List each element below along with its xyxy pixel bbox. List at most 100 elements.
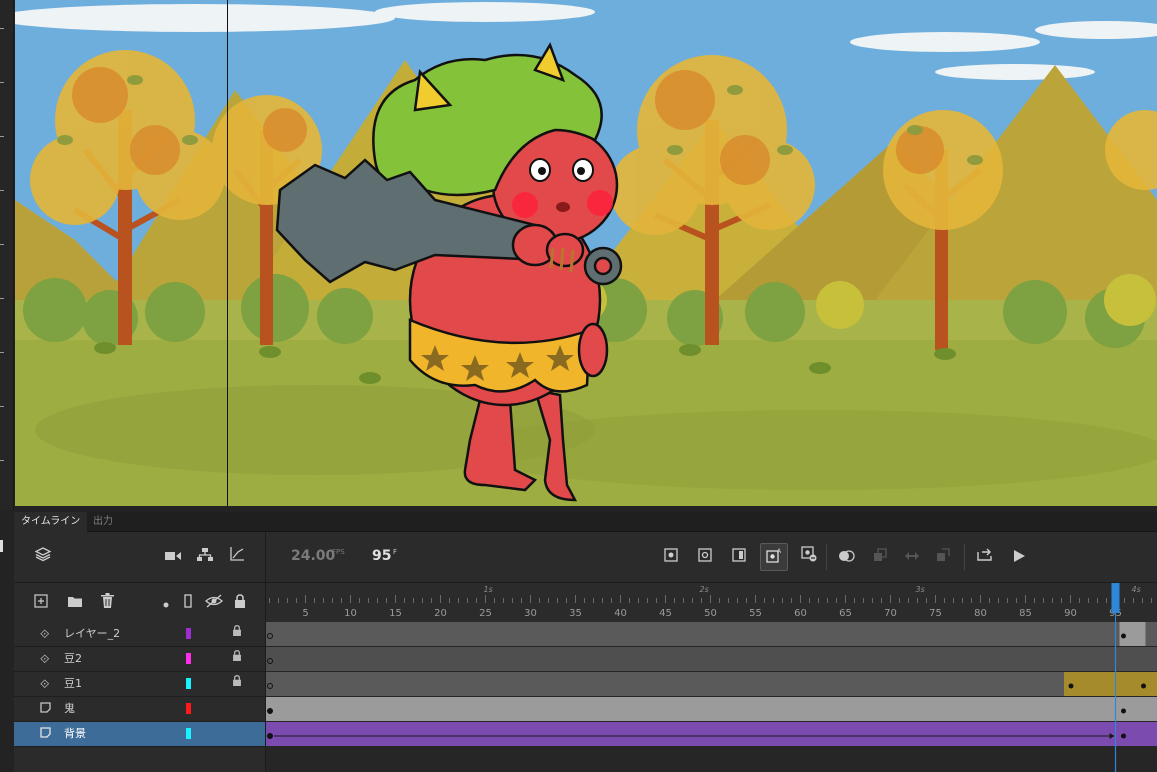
convert-tween-icon[interactable] bbox=[901, 546, 923, 568]
layer-header bbox=[14, 582, 265, 622]
lock-icon[interactable] bbox=[229, 592, 251, 614]
layer-row-selected[interactable]: 背景 bbox=[14, 722, 265, 747]
layer-name: レイヤー_2 bbox=[64, 627, 121, 640]
keyframe-dot bbox=[1141, 683, 1146, 689]
ruler-frame-label: 30 bbox=[524, 608, 537, 619]
panel-tabs: タイムライン 出力 bbox=[14, 512, 1157, 532]
ruler-frame-label: 70 bbox=[884, 608, 897, 619]
layer-name: 鬼 bbox=[64, 702, 75, 715]
keyframe-dot bbox=[267, 708, 273, 714]
lock-icon[interactable] bbox=[232, 647, 242, 671]
ruler-second-label: 1s bbox=[484, 585, 493, 594]
classic-tween-icon[interactable] bbox=[932, 546, 954, 568]
ruler-frame-label: 5 bbox=[302, 608, 308, 619]
ruler-marker bbox=[0, 540, 3, 552]
folder-icon[interactable] bbox=[64, 592, 86, 614]
ruler-second-label: 3s bbox=[916, 585, 925, 594]
camera-icon[interactable] bbox=[162, 546, 184, 568]
layer-color-swatch[interactable] bbox=[186, 653, 191, 664]
frame-ruler[interactable]: 5 10 15 20 25 30 35 40 45 50 55 60 65 70 75 80 85 90 95 1s 2… bbox=[265, 582, 1157, 622]
svg-text:A: A bbox=[777, 548, 782, 555]
remove-keyframe-icon[interactable] bbox=[798, 546, 820, 568]
ruler-frame-label: 35 bbox=[569, 608, 582, 619]
toolbar-separator bbox=[826, 544, 827, 570]
frame-unit-label: F bbox=[393, 548, 398, 556]
ruler-second-label: 2s bbox=[700, 585, 709, 594]
keyframe-dot bbox=[1121, 633, 1126, 639]
loop-playback-icon[interactable] bbox=[974, 546, 996, 568]
ruler-frame-label: 75 bbox=[929, 608, 942, 619]
ruler-frame-label: 15 bbox=[389, 608, 402, 619]
insert-blank-keyframe-icon[interactable] bbox=[694, 546, 716, 568]
stage-canvas[interactable] bbox=[15, 0, 1157, 506]
outline-icon[interactable] bbox=[177, 592, 199, 614]
ruler-frame-label: 40 bbox=[614, 608, 627, 619]
ruler-frame-label: 45 bbox=[659, 608, 672, 619]
new-layer-icon[interactable] bbox=[30, 592, 52, 614]
layer-page-icon bbox=[40, 722, 58, 746]
track-span bbox=[266, 722, 1157, 746]
layer-color-swatch[interactable] bbox=[186, 678, 191, 689]
lock-icon[interactable] bbox=[232, 622, 242, 646]
layer-row[interactable]: 鬼 bbox=[14, 697, 265, 722]
ruler-second-label: 4s bbox=[1132, 585, 1141, 594]
timeline-tracks[interactable] bbox=[265, 622, 1157, 772]
active-layer-dot-icon[interactable] bbox=[155, 592, 177, 614]
layer-color-swatch[interactable] bbox=[186, 628, 191, 639]
ruler-frame-label: 55 bbox=[749, 608, 762, 619]
tween-icon[interactable] bbox=[869, 546, 891, 568]
ruler-frame-label: 50 bbox=[704, 608, 717, 619]
trash-icon[interactable] bbox=[96, 592, 118, 614]
insert-frame-icon[interactable] bbox=[728, 546, 750, 568]
ruler-frame-label: 65 bbox=[839, 608, 852, 619]
tab-timeline[interactable]: タイムライン bbox=[14, 512, 88, 532]
layer-row[interactable]: ⟐ 豆2 bbox=[14, 647, 265, 672]
layer-name: 豆1 bbox=[64, 677, 82, 690]
keyframe-dot bbox=[1068, 683, 1074, 689]
vertical-ruler bbox=[0, 0, 14, 510]
playhead-handle bbox=[1111, 583, 1120, 613]
toolbar-divider bbox=[265, 532, 266, 582]
layer-color-swatch[interactable] bbox=[186, 728, 191, 739]
layer-parenting-icon[interactable] bbox=[194, 546, 216, 568]
scene-illustration bbox=[15, 0, 1157, 506]
visibility-eye-icon[interactable] bbox=[203, 592, 225, 614]
layer-name: 背景 bbox=[64, 727, 86, 740]
keyframe-dot bbox=[1121, 733, 1126, 739]
layer-color-swatch[interactable] bbox=[186, 703, 191, 714]
track-span bbox=[266, 622, 1157, 646]
fps-value[interactable]: 24.00 bbox=[291, 548, 335, 564]
ruler-frame-label: 85 bbox=[1019, 608, 1032, 619]
ruler-frame-label: 20 bbox=[434, 608, 447, 619]
current-frame-value[interactable]: 95 bbox=[372, 548, 391, 564]
ruler-frame-label: 90 bbox=[1064, 608, 1077, 619]
keyframe-dot bbox=[1121, 708, 1126, 714]
layers-stack-icon[interactable] bbox=[32, 546, 54, 568]
layer-row[interactable]: ⟐ レイヤー_2 bbox=[14, 622, 265, 647]
layer-row[interactable]: ⟐ 豆1 bbox=[14, 672, 265, 697]
track-span bbox=[266, 697, 1157, 721]
motion-tween-layer-icon: ⟐ bbox=[40, 677, 50, 691]
auto-keyframe-button[interactable]: A bbox=[760, 543, 788, 571]
motion-tween-layer-icon: ⟐ bbox=[40, 627, 50, 641]
keyframe-dot bbox=[267, 733, 273, 739]
graph-editor-icon[interactable] bbox=[226, 546, 248, 568]
fps-unit-label: FPS bbox=[332, 548, 345, 556]
tab-output[interactable]: 出力 bbox=[86, 512, 120, 532]
track-span bbox=[266, 647, 1157, 671]
ruler-frame-label: 25 bbox=[479, 608, 492, 619]
motion-tween-layer-icon: ⟐ bbox=[40, 652, 50, 666]
play-icon[interactable] bbox=[1008, 546, 1030, 568]
layer-name: 豆2 bbox=[64, 652, 82, 665]
toolbar-separator-2 bbox=[964, 544, 965, 570]
layer-page-icon bbox=[40, 697, 58, 721]
animate-window: タイムライン 出力 24.00 FPS 95 F A 5 10 15 20 25… bbox=[0, 0, 1157, 772]
ruler-frame-label: 10 bbox=[344, 608, 357, 619]
insert-keyframe-icon[interactable] bbox=[660, 546, 682, 568]
stage-guide-line bbox=[227, 0, 228, 506]
onion-skin-icon[interactable] bbox=[836, 546, 858, 568]
ruler-frame-label: 60 bbox=[794, 608, 807, 619]
layer-list: ⟐ レイヤー_2 ⟐ 豆2 ⟐ 豆1 鬼 背景 bbox=[14, 622, 265, 772]
lock-icon[interactable] bbox=[232, 672, 242, 696]
track-span bbox=[266, 672, 1157, 696]
